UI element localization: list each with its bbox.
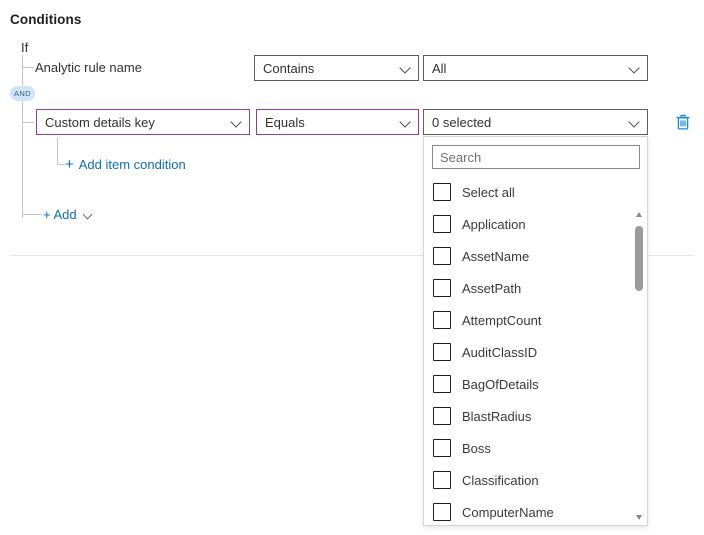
checkbox-icon[interactable] xyxy=(433,407,451,425)
option-row[interactable]: AssetName xyxy=(424,240,647,272)
trash-icon xyxy=(673,112,693,132)
tree-trunk-line xyxy=(22,55,23,218)
checkbox-icon[interactable] xyxy=(433,311,451,329)
multiselect-dropdown-panel: Select all Application AssetName AssetPath A… xyxy=(423,136,648,526)
chevron-down-icon xyxy=(629,116,641,128)
option-row[interactable]: BlastRadius xyxy=(424,400,647,432)
option-label: ComputerName xyxy=(462,505,554,520)
add-item-condition-link[interactable]: + Add item condition xyxy=(65,157,186,172)
option-row[interactable]: Select all xyxy=(424,176,647,208)
page-title: Conditions xyxy=(10,12,82,27)
add-condition-label: + Add xyxy=(43,207,77,222)
scroll-up-arrow-icon[interactable] xyxy=(632,208,646,222)
option-row[interactable]: BagOfDetails xyxy=(424,368,647,400)
checkbox-icon[interactable] xyxy=(433,279,451,297)
tree-branch-line xyxy=(22,67,34,68)
option-row[interactable]: AuditClassID xyxy=(424,336,647,368)
tree-branch-line xyxy=(22,214,42,215)
checkbox-icon[interactable] xyxy=(433,247,451,265)
tree-branch-line xyxy=(22,122,34,123)
option-row[interactable]: Application xyxy=(424,208,647,240)
custom-details-operator-value: Equals xyxy=(265,115,396,130)
dropdown-scrollbar[interactable] xyxy=(632,208,646,524)
option-label: AssetPath xyxy=(462,281,521,296)
search-input[interactable] xyxy=(432,145,640,169)
checkbox-icon[interactable] xyxy=(433,375,451,393)
option-row[interactable]: ComputerName xyxy=(424,496,647,526)
option-label: Select all xyxy=(462,185,515,200)
custom-details-value-dropdown[interactable]: 0 selected xyxy=(423,109,648,135)
condition-row-label: Analytic rule name xyxy=(35,60,142,75)
checkbox-icon[interactable] xyxy=(433,215,451,233)
and-operator-badge[interactable]: AND xyxy=(10,86,35,101)
condition-value-dropdown[interactable]: All xyxy=(423,55,648,81)
add-condition-link[interactable]: + Add xyxy=(43,207,94,222)
checkbox-icon[interactable] xyxy=(433,471,451,489)
scrollbar-thumb[interactable] xyxy=(635,226,643,291)
chevron-down-icon xyxy=(400,116,412,128)
condition-operator-value: Contains xyxy=(263,61,396,76)
checkbox-icon[interactable] xyxy=(433,343,451,361)
option-label: Classification xyxy=(462,473,539,488)
condition-value-text: All xyxy=(432,61,625,76)
if-label: If xyxy=(21,40,28,55)
custom-details-key-dropdown[interactable]: Custom details key xyxy=(36,109,250,135)
scroll-down-arrow-icon[interactable] xyxy=(632,510,646,524)
option-label: BagOfDetails xyxy=(462,377,539,392)
option-label: AssetName xyxy=(462,249,529,264)
option-label: AttemptCount xyxy=(462,313,542,328)
option-row[interactable]: Boss xyxy=(424,432,647,464)
condition-operator-dropdown[interactable]: Contains xyxy=(254,55,419,81)
checkbox-icon[interactable] xyxy=(433,439,451,457)
chevron-down-icon xyxy=(629,62,641,74)
tree-subbranch-line xyxy=(57,164,65,165)
option-label: AuditClassID xyxy=(462,345,537,360)
option-row[interactable]: Classification xyxy=(424,464,647,496)
option-label: Boss xyxy=(462,441,491,456)
option-list[interactable]: Select all Application AssetName AssetPath A… xyxy=(424,176,647,525)
option-row[interactable]: AttemptCount xyxy=(424,304,647,336)
custom-details-value-text: 0 selected xyxy=(432,115,625,130)
custom-details-operator-dropdown[interactable]: Equals xyxy=(256,109,419,135)
plus-icon: + xyxy=(65,157,74,172)
checkbox-icon[interactable] xyxy=(433,183,451,201)
chevron-down-icon xyxy=(231,116,243,128)
tree-subtrunk-line xyxy=(57,137,58,165)
chevron-down-icon xyxy=(400,62,412,74)
custom-details-key-value: Custom details key xyxy=(45,115,227,130)
option-row[interactable]: AssetPath xyxy=(424,272,647,304)
add-item-condition-label: Add item condition xyxy=(79,157,186,172)
option-label: Application xyxy=(462,217,526,232)
chevron-down-icon xyxy=(83,209,94,220)
checkbox-icon[interactable] xyxy=(433,503,451,521)
option-label: BlastRadius xyxy=(462,409,531,424)
delete-condition-button[interactable] xyxy=(673,112,693,132)
